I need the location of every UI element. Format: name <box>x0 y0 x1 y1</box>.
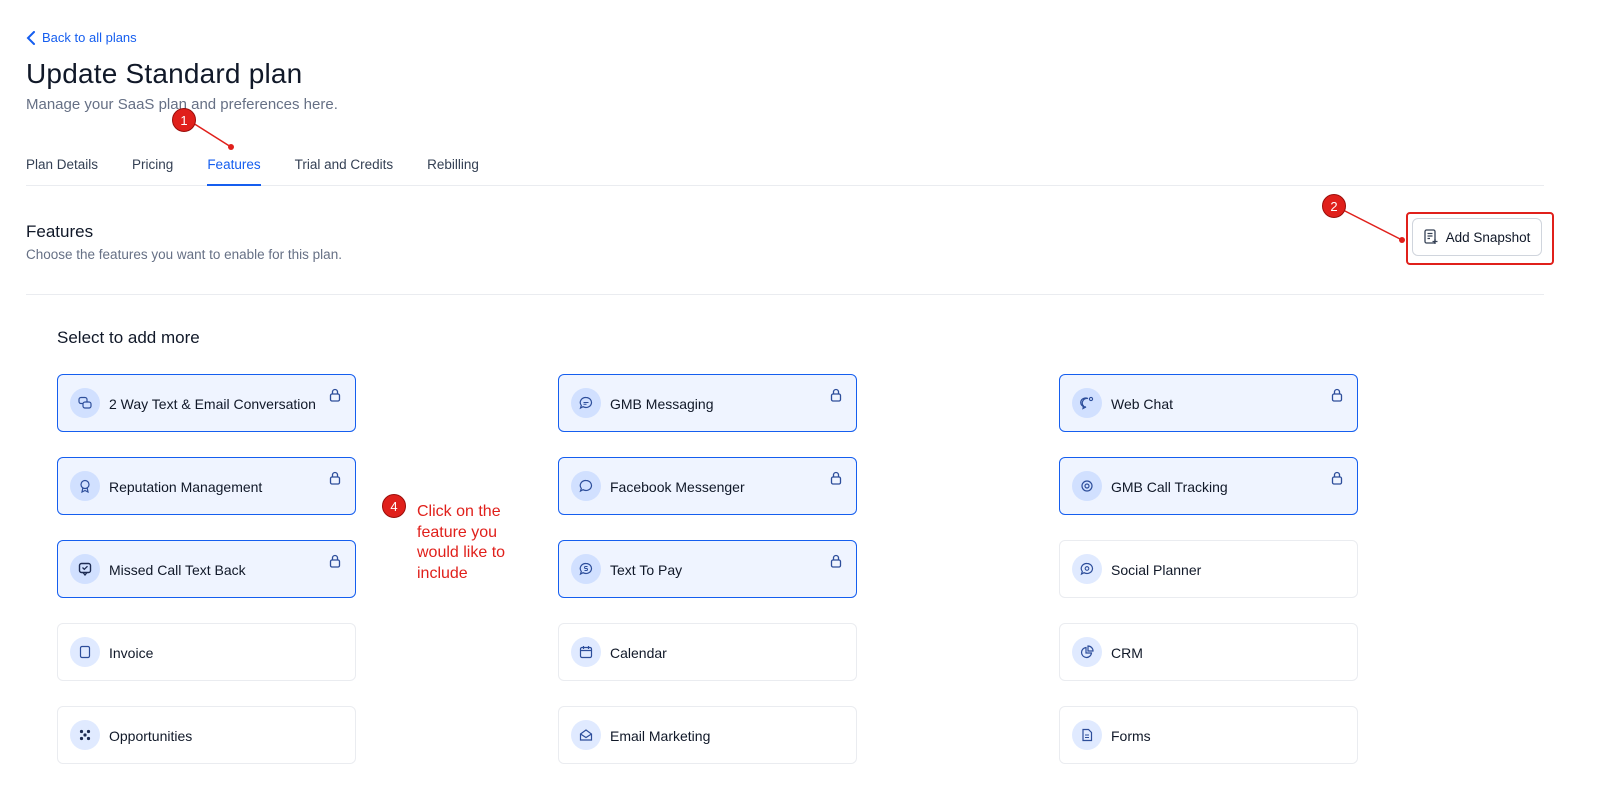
form-icon <box>1072 720 1102 750</box>
feature-label: Invoice <box>109 645 154 661</box>
feature-label: Calendar <box>610 645 667 661</box>
feature-label: 2 Way Text & Email Conversation <box>109 396 316 412</box>
chevron-left-icon <box>26 30 35 45</box>
feature-card-text-to-pay[interactable]: Text To Pay <box>558 540 857 598</box>
feature-label: Opportunities <box>109 728 193 744</box>
lock-icon <box>1331 471 1343 485</box>
feature-label: GMB Messaging <box>610 396 714 412</box>
feature-label: Social Planner <box>1111 562 1202 578</box>
feature-card-missed-call-text-back[interactable]: Missed Call Text Back <box>57 540 356 598</box>
section-divider <box>26 294 1544 295</box>
lock-icon <box>830 554 842 568</box>
lock-icon <box>329 554 341 568</box>
section-description: Choose the features you want to enable f… <box>26 247 342 262</box>
messenger-icon <box>571 471 601 501</box>
calendar-icon <box>571 637 601 667</box>
invoice-icon <box>70 637 100 667</box>
feature-card-crm[interactable]: CRM <box>1059 623 1358 681</box>
annotation-note: Click on the feature you would like to i… <box>417 503 506 582</box>
plan-tabs: Plan Details Pricing Features Trial and … <box>26 150 1544 186</box>
grid-dots-icon <box>70 720 100 750</box>
feature-card-email-marketing[interactable]: Email Marketing <box>558 706 857 764</box>
lock-icon <box>329 471 341 485</box>
annotation-highlight-box <box>1406 212 1554 265</box>
lock-icon <box>830 388 842 402</box>
feature-card-invoice[interactable]: Invoice <box>57 623 356 681</box>
annotation-badge-1: 1 <box>172 108 196 132</box>
mail-icon <box>571 720 601 750</box>
tab-trial-and-credits[interactable]: Trial and Credits <box>295 150 394 184</box>
feature-card-facebook-messenger[interactable]: Facebook Messenger <box>558 457 857 515</box>
feature-card-gmb-call-tracking[interactable]: GMB Call Tracking <box>1059 457 1358 515</box>
feature-label: Facebook Messenger <box>610 479 745 495</box>
feature-card-2-way-text-email[interactable]: 2 Way Text & Email Conversation <box>57 374 356 432</box>
chat-bubbles-icon <box>70 388 100 418</box>
dollar-chat-icon <box>571 554 601 584</box>
feature-card-reputation-management[interactable]: Reputation Management <box>57 457 356 515</box>
feature-label: Reputation Management <box>109 479 263 495</box>
back-link-label: Back to all plans <box>42 30 137 45</box>
section-title: Features <box>26 222 94 241</box>
award-icon <box>70 471 100 501</box>
lock-icon <box>1331 388 1343 402</box>
web-chat-icon <box>1072 388 1102 418</box>
social-icon <box>1072 554 1102 584</box>
back-to-plans-link[interactable]: Back to all plans <box>26 30 137 45</box>
select-more-heading: Select to add more <box>57 328 200 347</box>
feature-card-social-planner[interactable]: Social Planner <box>1059 540 1358 598</box>
message-icon <box>571 388 601 418</box>
feature-label: Missed Call Text Back <box>109 562 246 578</box>
feature-label: Text To Pay <box>610 562 683 578</box>
tab-plan-details[interactable]: Plan Details <box>26 150 98 184</box>
feature-label: GMB Call Tracking <box>1111 479 1228 495</box>
tab-rebilling[interactable]: Rebilling <box>427 150 479 184</box>
feature-card-gmb-messaging[interactable]: GMB Messaging <box>558 374 857 432</box>
feature-label: Forms <box>1111 728 1151 744</box>
tab-pricing[interactable]: Pricing <box>132 150 173 184</box>
feature-card-web-chat[interactable]: Web Chat <box>1059 374 1358 432</box>
lock-icon <box>329 388 341 402</box>
annotation-badge-2: 2 <box>1322 194 1346 218</box>
feature-card-opportunities[interactable]: Opportunities <box>57 706 356 764</box>
tab-features[interactable]: Features <box>207 150 261 186</box>
pie-chart-icon <box>1072 637 1102 667</box>
target-icon <box>1072 471 1102 501</box>
feature-label: CRM <box>1111 645 1143 661</box>
feature-label: Web Chat <box>1111 396 1173 412</box>
lock-icon <box>830 471 842 485</box>
message-heart-icon <box>70 554 100 584</box>
page-title: Update Standard plan <box>26 58 303 89</box>
feature-label: Email Marketing <box>610 728 711 744</box>
feature-card-forms[interactable]: Forms <box>1059 706 1358 764</box>
feature-card-calendar[interactable]: Calendar <box>558 623 857 681</box>
annotation-badge-4: 4 <box>382 494 406 518</box>
